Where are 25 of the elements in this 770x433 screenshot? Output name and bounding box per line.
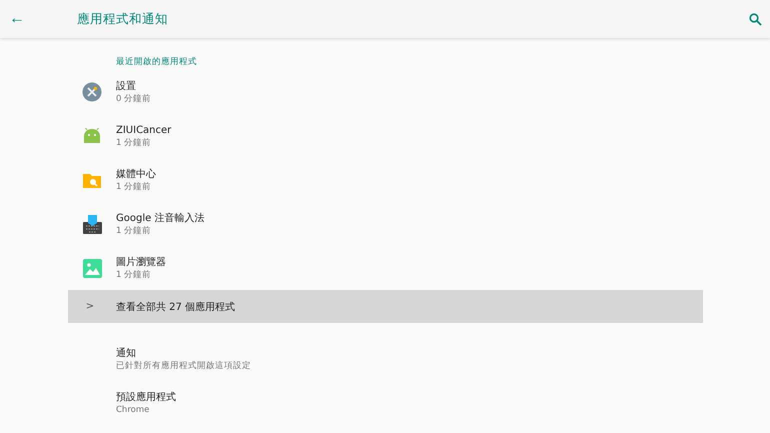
last-opened-time: 1 分鐘前 bbox=[116, 268, 152, 280]
folder-icon bbox=[83, 172, 101, 188]
app-name[interactable]: 設置 bbox=[116, 80, 152, 92]
last-opened-time: 1 分鐘前 bbox=[116, 136, 152, 148]
last-opened-time: 0 分鐘前 bbox=[116, 92, 152, 104]
setting-summary: 已針對所有應用程式開啟這項設定 bbox=[116, 360, 251, 372]
last-opened-time: 1 分鐘前 bbox=[116, 180, 152, 192]
app-name[interactable]: 圖片瀏覽器 bbox=[116, 256, 166, 268]
back-button[interactable]: ← bbox=[5, 7, 29, 31]
chevron-icon: > bbox=[68, 301, 112, 312]
last-opened-time: 1 分鐘前 bbox=[116, 224, 152, 236]
app-name[interactable]: 媒體中心 bbox=[116, 168, 156, 180]
see-all-label: 查看全部共 27 個應用程式 bbox=[116, 300, 236, 314]
section-header: 最近開啟的應用程式 bbox=[116, 56, 197, 68]
setting-title[interactable]: 通知 bbox=[116, 346, 251, 360]
screen-title: 應用程式和通知 bbox=[77, 10, 169, 28]
search-icon bbox=[748, 12, 762, 26]
see-all-apps-row[interactable]: > 查看全部共 27 個應用程式 bbox=[68, 290, 703, 323]
setting-title[interactable]: 預設應用程式 bbox=[116, 390, 176, 404]
app-name[interactable]: ZIUICancer bbox=[116, 124, 172, 136]
app-name[interactable]: Google 注音輸入法 bbox=[116, 212, 204, 224]
keyboard-icon bbox=[82, 214, 102, 234]
setting-summary: Chrome bbox=[116, 404, 150, 416]
android-icon bbox=[83, 128, 101, 144]
image-icon bbox=[82, 258, 102, 278]
